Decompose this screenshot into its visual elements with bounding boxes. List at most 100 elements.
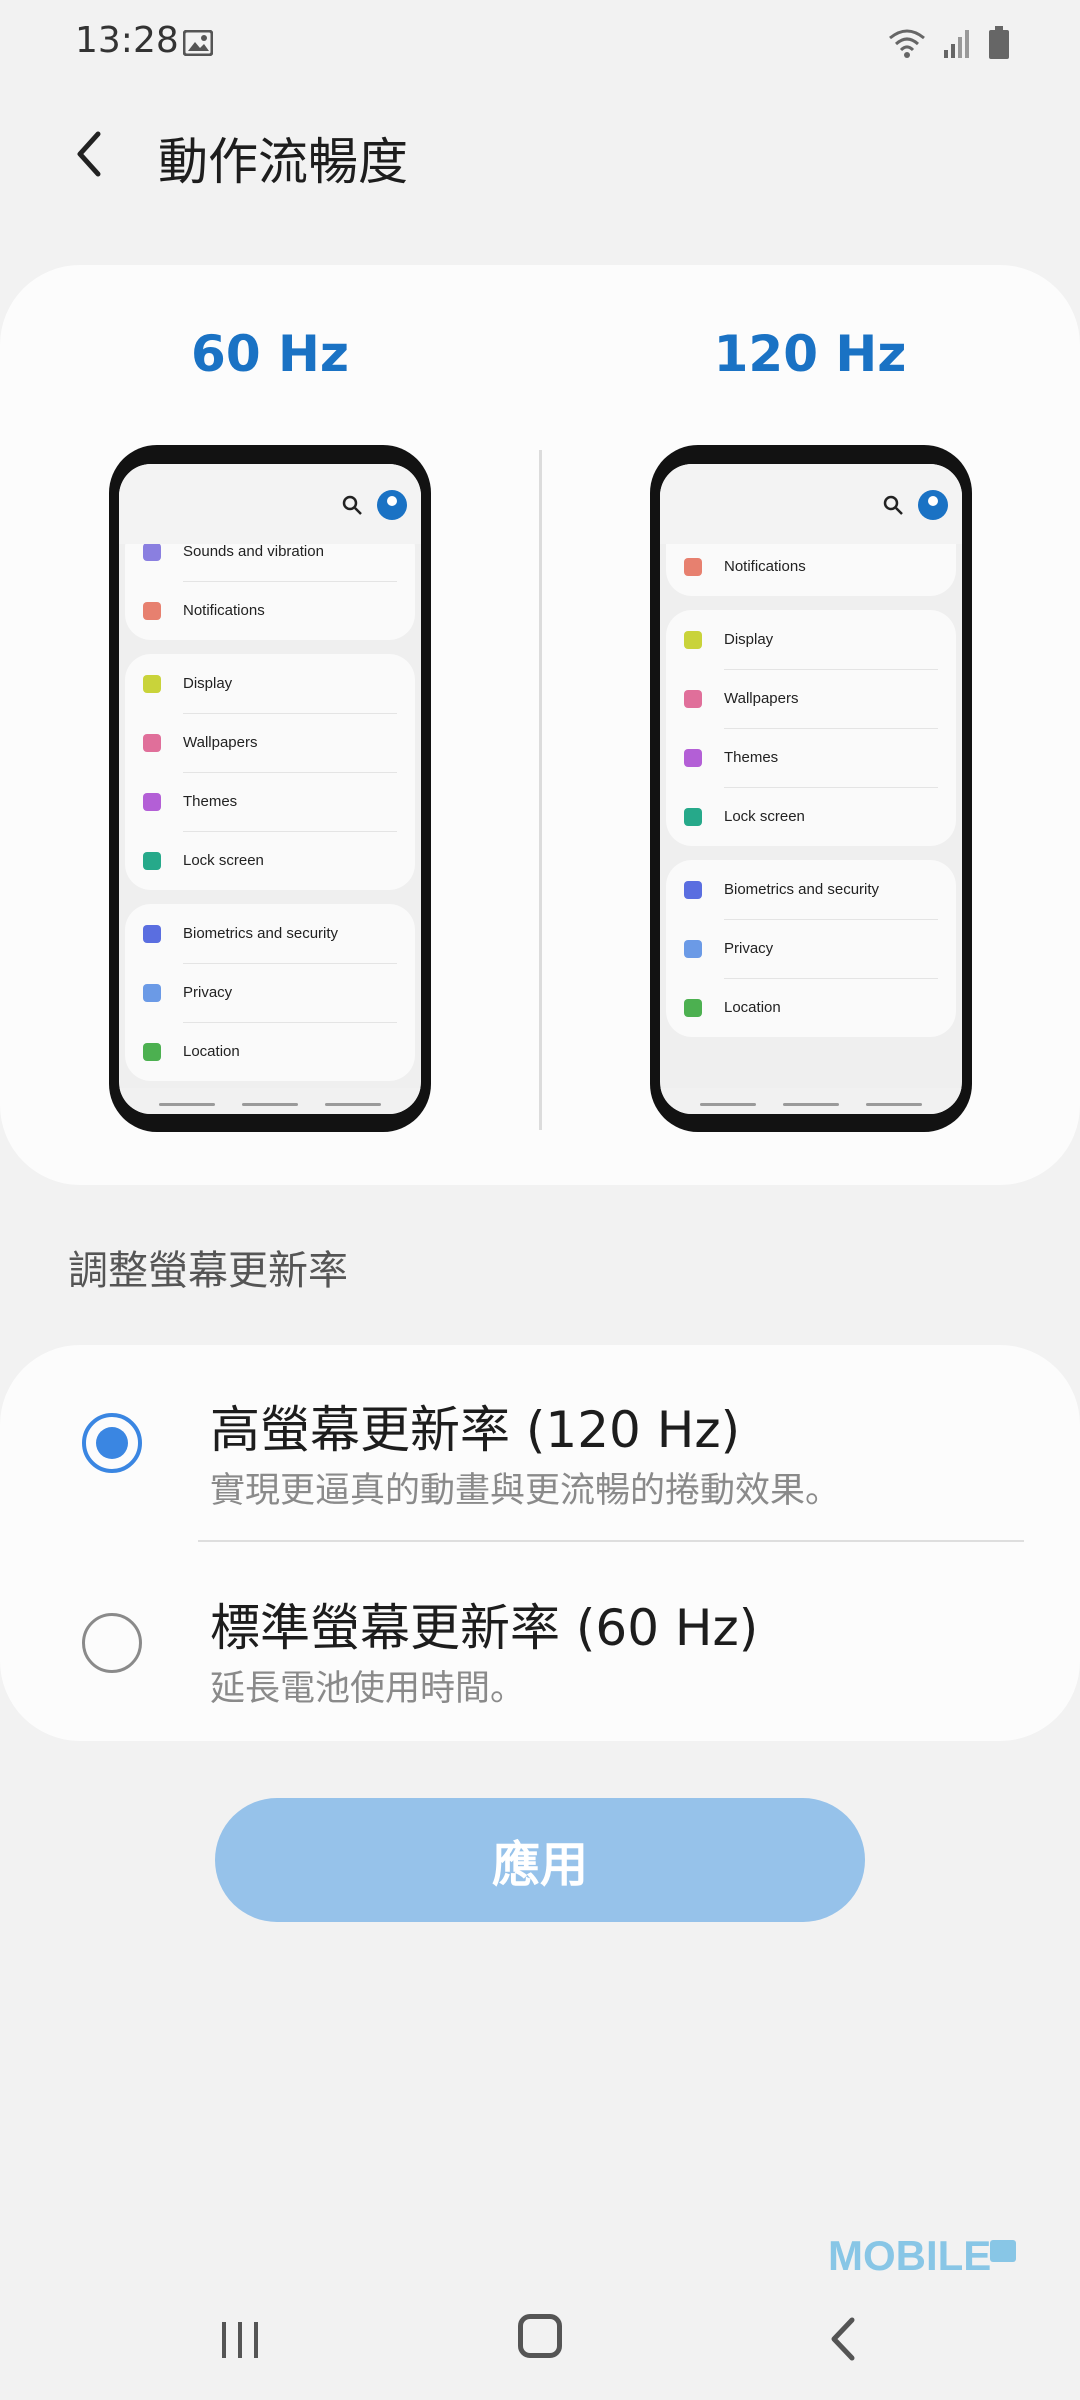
search-icon	[882, 494, 904, 516]
option-high-refresh-rate[interactable]: 高螢幕更新率 (120 Hz) 實現更逼真的動畫與更流暢的捲動效果。	[0, 1345, 1080, 1543]
settings-item-icon	[143, 734, 161, 752]
avatar	[918, 490, 948, 520]
preview-settings-group: Display Wallpapers Themes Lock screen	[125, 654, 415, 890]
option-title: 高螢幕更新率 (120 Hz)	[210, 1401, 741, 1459]
settings-item-label: Biometrics and security	[183, 925, 339, 942]
status-bar: 13:28	[0, 0, 1080, 90]
preview-toolbar	[119, 464, 421, 544]
settings-item-icon	[143, 543, 161, 561]
preview-settings-item: Biometrics and security	[666, 860, 956, 919]
back-button[interactable]	[62, 124, 122, 184]
radio-selected[interactable]	[82, 1413, 142, 1473]
settings-item-label: Notifications	[183, 602, 265, 619]
preview-settings-item: Biometrics and security	[125, 904, 415, 963]
preview-settings-item: Lock screen	[125, 831, 415, 890]
chat-bubble-icon	[990, 2240, 1016, 2262]
preview-settings-list: Sounds and vibrationNotificationsDisplay…	[660, 478, 962, 1051]
settings-item-icon	[143, 1043, 161, 1061]
settings-item-icon	[684, 881, 702, 899]
settings-item-label: Display	[183, 675, 233, 692]
preview-toolbar	[660, 464, 962, 544]
preview-phone-60hz: Sounds and vibration Notifications Display…	[109, 445, 431, 1132]
settings-item-label: Wallpapers	[724, 690, 799, 707]
preview-screen: Sounds and vibration Notifications Display…	[119, 464, 421, 1114]
settings-item-label: Display	[724, 631, 774, 648]
preview-settings-item: Location	[666, 978, 956, 1037]
wifi-icon	[888, 28, 926, 62]
refresh-rate-options: 高螢幕更新率 (120 Hz) 實現更逼真的動畫與更流暢的捲動效果。 標準螢幕更…	[0, 1345, 1080, 1741]
preview-settings-item: Wallpapers	[666, 669, 956, 728]
back-icon	[831, 2317, 855, 2361]
preview-label-60hz: 60 Hz	[191, 325, 349, 383]
settings-item-label: Themes	[183, 793, 238, 810]
settings-item-icon	[143, 675, 161, 693]
settings-item-icon	[143, 793, 161, 811]
settings-item-icon	[143, 984, 161, 1002]
settings-item-icon	[143, 852, 161, 870]
preview-settings-item: Notifications	[125, 581, 415, 640]
home-button[interactable]	[518, 2314, 562, 2358]
preview-settings-item: Display	[125, 654, 415, 713]
settings-item-label: Sounds and vibration	[183, 543, 324, 560]
settings-item-icon	[684, 808, 702, 826]
preview-divider	[539, 450, 542, 1130]
option-divider	[198, 1540, 1024, 1542]
preview-phone-120hz: Sounds and vibrationNotificationsDisplay…	[650, 445, 972, 1132]
preview-settings-group: Display Wallpapers Themes Lock screen	[666, 610, 956, 846]
preview-navbar	[119, 1088, 421, 1114]
settings-item-label: Lock screen	[183, 852, 264, 869]
avatar	[377, 490, 407, 520]
settings-item-label: Location	[724, 999, 781, 1016]
battery-icon	[988, 26, 1010, 64]
preview-settings-group: Biometrics and security Privacy Location	[125, 904, 415, 1081]
status-time: 13:28	[75, 20, 179, 61]
watermark-logo: MOBILE	[828, 2232, 992, 2279]
settings-item-label: Lock screen	[724, 808, 805, 825]
chevron-left-icon	[77, 131, 101, 177]
preview-settings-item: Notifications	[666, 537, 956, 596]
settings-item-icon	[684, 558, 702, 576]
preview-settings-item: Location	[125, 1022, 415, 1081]
preview-settings-group: Biometrics and security Privacy Location	[666, 860, 956, 1037]
preview-settings-item: Privacy	[125, 963, 415, 1022]
settings-item-icon	[143, 602, 161, 620]
settings-item-icon	[143, 925, 161, 943]
option-description: 實現更逼真的動畫與更流暢的捲動效果。	[210, 1471, 841, 1511]
option-description: 延長電池使用時間。	[210, 1669, 526, 1709]
settings-item-icon	[684, 749, 702, 767]
settings-item-label: Privacy	[183, 984, 233, 1001]
settings-item-icon	[684, 690, 702, 708]
recent-apps-button[interactable]	[218, 2318, 262, 2366]
nav-back-button[interactable]	[822, 2314, 866, 2368]
preview-settings-item: Themes	[666, 728, 956, 787]
system-navigation-bar	[0, 2300, 1080, 2400]
preview-screen: Sounds and vibrationNotificationsDisplay…	[660, 464, 962, 1114]
settings-item-label: Privacy	[724, 940, 774, 957]
settings-item-label: Themes	[724, 749, 779, 766]
apply-button[interactable]: 應用	[215, 1798, 865, 1922]
settings-item-label: Location	[183, 1043, 240, 1060]
section-label: 調整螢幕更新率	[68, 1248, 348, 1294]
settings-item-icon	[684, 999, 702, 1017]
preview-navbar	[660, 1088, 962, 1114]
signal-icon	[942, 28, 972, 62]
preview-settings-item: Themes	[125, 772, 415, 831]
image-icon	[182, 29, 214, 57]
option-standard-refresh-rate[interactable]: 標準螢幕更新率 (60 Hz) 延長電池使用時間。	[0, 1543, 1080, 1741]
preview-settings-item: Lock screen	[666, 787, 956, 846]
option-title: 標準螢幕更新率 (60 Hz)	[210, 1599, 759, 1657]
page-title: 動作流暢度	[158, 133, 408, 191]
recent-apps-icon	[222, 2322, 258, 2358]
preview-settings-item: Wallpapers	[125, 713, 415, 772]
settings-item-label: Wallpapers	[183, 734, 258, 751]
preview-settings-list: Sounds and vibration Notifications Display…	[119, 522, 421, 1095]
settings-item-icon	[684, 940, 702, 958]
refresh-rate-preview-card: 60 Hz 120 Hz Sounds and vibration Notific…	[0, 265, 1080, 1185]
radio-unselected[interactable]	[82, 1613, 142, 1673]
settings-item-label: Biometrics and security	[724, 881, 880, 898]
search-icon	[341, 494, 363, 516]
settings-item-icon	[684, 631, 702, 649]
header: 動作流暢度	[0, 110, 1080, 200]
settings-item-label: Notifications	[724, 558, 806, 575]
preview-label-120hz: 120 Hz	[713, 325, 907, 383]
